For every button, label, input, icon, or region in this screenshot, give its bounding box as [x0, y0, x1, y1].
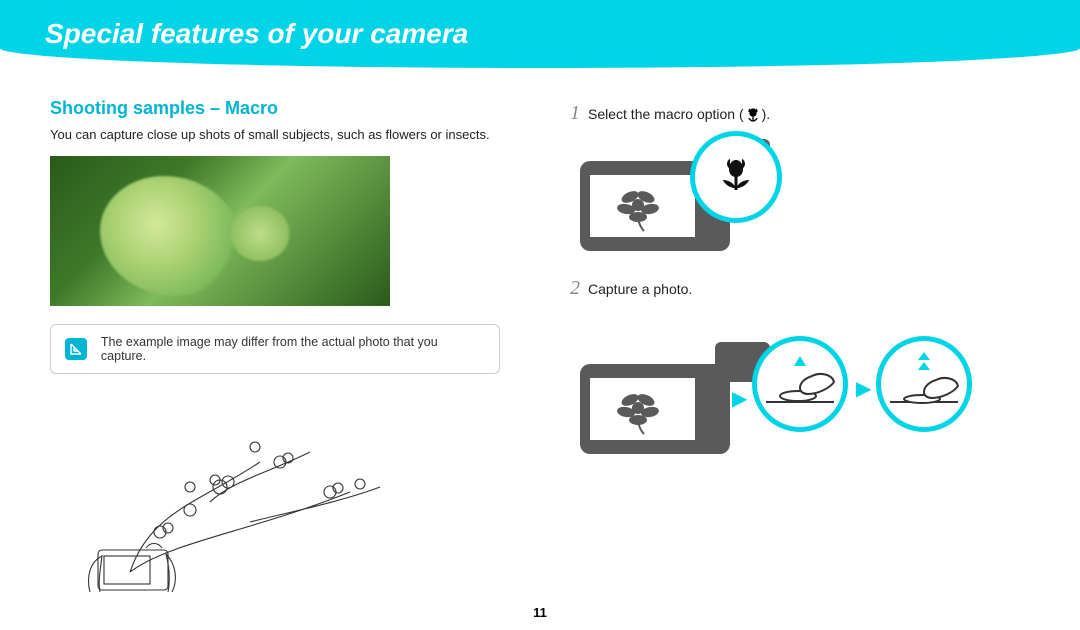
- arrow-right-icon: ▶: [856, 376, 871, 401]
- shutter-full-press-icon: [876, 336, 972, 432]
- note-text: The example image may differ from the ac…: [101, 335, 485, 363]
- step-2: 2 Capture a photo. ▶: [570, 277, 1020, 466]
- page-title: Special features of your camera: [45, 18, 468, 50]
- step-1-text: Select the macro option ().: [588, 106, 770, 124]
- page-header: Special features of your camera: [0, 0, 1080, 68]
- step-1-text-suffix: ).: [762, 106, 771, 122]
- content-area: Shooting samples – Macro You can capture…: [0, 68, 1080, 597]
- macro-intro-text: You can capture close up shots of small …: [50, 127, 500, 144]
- illustration-select-macro: [580, 137, 1020, 257]
- note-box: The example image may differ from the ac…: [50, 324, 500, 374]
- step-2-number: 2: [570, 277, 580, 300]
- tulip-icon: [744, 106, 762, 124]
- step-1: 1 Select the macro option ().: [570, 102, 1020, 257]
- camera-icon: [580, 364, 730, 454]
- page-number: 11: [0, 605, 1080, 620]
- tulip-icon: [713, 154, 759, 200]
- macro-option-highlight: [690, 131, 782, 223]
- note-icon: [65, 338, 87, 360]
- illustration-capture-photo: ▶ ▶: [580, 316, 1020, 466]
- sketch-hands-camera-branch: [50, 392, 410, 592]
- sample-photo-macro-flower: [50, 156, 390, 306]
- step-1-number: 1: [570, 102, 580, 125]
- arrow-right-icon: ▶: [732, 386, 747, 411]
- right-column: 1 Select the macro option ().: [570, 98, 1020, 597]
- step-2-text: Capture a photo.: [588, 281, 692, 297]
- section-heading-macro: Shooting samples – Macro: [50, 98, 500, 119]
- step-1-text-prefix: Select the macro option (: [588, 106, 744, 122]
- left-column: Shooting samples – Macro You can capture…: [50, 98, 500, 597]
- shutter-half-press-icon: [752, 336, 848, 432]
